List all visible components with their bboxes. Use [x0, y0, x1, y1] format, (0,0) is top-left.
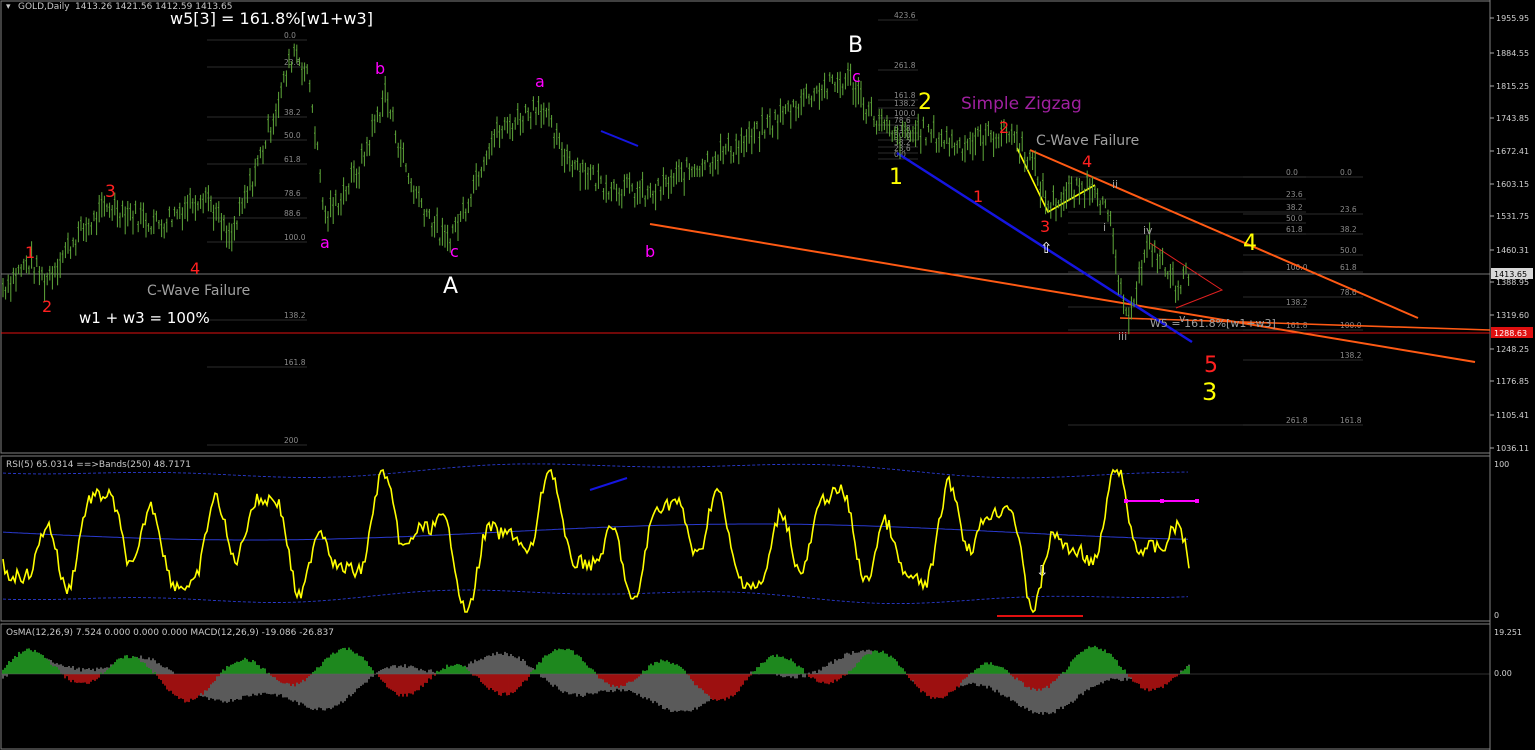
wave-label: v: [1179, 312, 1186, 325]
wave-label: 1: [973, 187, 983, 206]
rsi-panel[interactable]: [0, 455, 1491, 622]
annotation-w5-target-right: W5 = 161.8%[w1+w3]: [1150, 317, 1276, 330]
dropdown-icon[interactable]: ▾: [6, 2, 11, 12]
fib-level-label: 138.2: [284, 311, 306, 320]
fib-level-label: 23.6: [284, 58, 301, 67]
fib-level-label: 50.0: [1286, 214, 1303, 223]
fib-level-label: 261.8: [894, 61, 916, 70]
fib-level-label: 78.6: [1340, 288, 1357, 297]
wave-label: 3: [1202, 378, 1217, 406]
wave-label: c: [852, 67, 861, 86]
wave-label: a: [535, 72, 545, 91]
price-axis-label: 1319.60: [1496, 311, 1529, 320]
annotation-w5-target: w5[3] = 161.8%[w1+w3]: [170, 9, 373, 28]
fib-level-label: 61.8: [1286, 225, 1303, 234]
wave-label: 1: [25, 243, 35, 262]
wave-label: 4: [190, 259, 200, 278]
rsi-header: RSI(5) 65.0314 ==>Bands(250) 48.7171: [6, 460, 191, 470]
rsi-magenta-handle[interactable]: [1160, 499, 1164, 503]
fib-level-label: 0.0: [1340, 168, 1352, 177]
annotation-w1-w3: w1 + w3 = 100%: [79, 309, 210, 327]
price-axis-label: 1531.75: [1496, 212, 1529, 221]
fib-level-label: 50.0: [284, 131, 301, 140]
wave-label: 4: [1082, 152, 1092, 171]
price-axis-label: 1603.15: [1496, 180, 1529, 189]
wave-label: 1: [889, 165, 903, 190]
up-arrow-icon: ⇧: [1040, 239, 1053, 257]
support-price-label: 1288.63: [1494, 329, 1527, 338]
price-axis-label: 1743.85: [1496, 114, 1529, 123]
wave-label: 4: [1243, 231, 1257, 256]
wave-label: iv: [1143, 224, 1153, 237]
fib-level-label: 138.2: [1286, 298, 1308, 307]
fib-level-label: 78.6: [284, 189, 301, 198]
rsi-magenta-handle[interactable]: [1124, 499, 1128, 503]
wave-label: 2: [918, 90, 932, 115]
wave-label-A: A: [443, 274, 458, 299]
rsi-magenta-handle[interactable]: [1195, 499, 1199, 503]
price-axis-label: 1105.41: [1496, 411, 1529, 420]
fib-level-label: 61.8: [1340, 263, 1357, 272]
fib-level-label: 0.0: [284, 31, 296, 40]
price-axis-label: 1672.41: [1496, 147, 1529, 156]
price-axis-label: 1176.85: [1496, 377, 1529, 386]
wave-label: 3: [105, 182, 116, 202]
price-axis-label: 1248.25: [1496, 345, 1529, 354]
wave-label: i: [1103, 221, 1106, 234]
fib-level-label: 100.0: [284, 233, 306, 242]
fib-level-label: 0.0: [1286, 168, 1298, 177]
wave-label-B: B: [848, 33, 863, 58]
fib-level-label: 161.8: [284, 358, 306, 367]
fib-level-label: 50.0: [1340, 246, 1357, 255]
fib-level-label: 61.8: [284, 155, 301, 164]
fib-level-label: 88.6: [284, 209, 301, 218]
annotation-c-wave-failure-left: C-Wave Failure: [147, 283, 250, 299]
annotation-simple-zigzag: Simple Zigzag: [961, 94, 1082, 114]
wave-label: a: [320, 233, 330, 252]
macd-panel[interactable]: [0, 623, 1491, 750]
price-axis-label: 1036.11: [1496, 444, 1529, 453]
fib-level-label: 23.6: [1286, 190, 1303, 199]
price-axis-label: 1815.25: [1496, 82, 1529, 91]
fib-level-label: 100.0: [1286, 263, 1308, 272]
wave-label: 5: [1204, 353, 1218, 378]
price-axis-label: 1955.95: [1496, 14, 1529, 23]
wave-label: 2: [42, 297, 52, 316]
wave-label: 2: [999, 118, 1009, 137]
macd-header: OsMA(12,26,9) 7.524 0.000 0.000 0.000 MA…: [6, 628, 334, 638]
fib-level-label: 38.2: [284, 108, 301, 117]
wave-label: b: [645, 242, 655, 261]
price-axis-label: 1388.95: [1496, 278, 1529, 287]
rsi-axis-top: 100: [1494, 460, 1509, 469]
fib-level-label: 161.8: [1286, 321, 1308, 330]
fib-level-label: 38.2: [1340, 225, 1357, 234]
price-axis-label: 1884.55: [1496, 49, 1529, 58]
fib-level-label: 261.8: [1286, 416, 1308, 425]
wave-label: ii: [1112, 178, 1118, 191]
symbol-title: GOLD,Daily: [18, 2, 70, 12]
current-price-label: 1413.65: [1494, 270, 1527, 279]
fib-level-label: 138.2: [894, 99, 916, 108]
macd-axis-zero: 0.00: [1494, 669, 1512, 678]
rsi-axis-bottom: 0: [1494, 611, 1499, 620]
fib-level-label: 138.2: [1340, 351, 1362, 360]
fib-level-label: 200: [284, 436, 299, 445]
fib-level-label: 161.8: [1340, 416, 1362, 425]
wave-label: 3: [1040, 217, 1050, 236]
annotation-c-wave-failure-right: C-Wave Failure: [1036, 133, 1139, 149]
macd-axis-top: 19.251: [1494, 628, 1522, 637]
fib-level-label: 23.6: [1340, 205, 1357, 214]
fib-level-label: 423.6: [894, 11, 916, 20]
fib-level-label: 38.2: [1286, 203, 1303, 212]
wave-label: c: [450, 242, 459, 261]
wave-label: b: [375, 59, 385, 78]
chart-canvas: ▾ GOLD,Daily 1413.26 1421.56 1412.59 141…: [0, 0, 1533, 750]
price-axis-label: 1460.31: [1496, 246, 1529, 255]
price-axis: 1955.95 1884.55 1815.25 1743.85 1672.41 1603.…: [1490, 14, 1529, 453]
wave-label: iii: [1118, 330, 1127, 343]
